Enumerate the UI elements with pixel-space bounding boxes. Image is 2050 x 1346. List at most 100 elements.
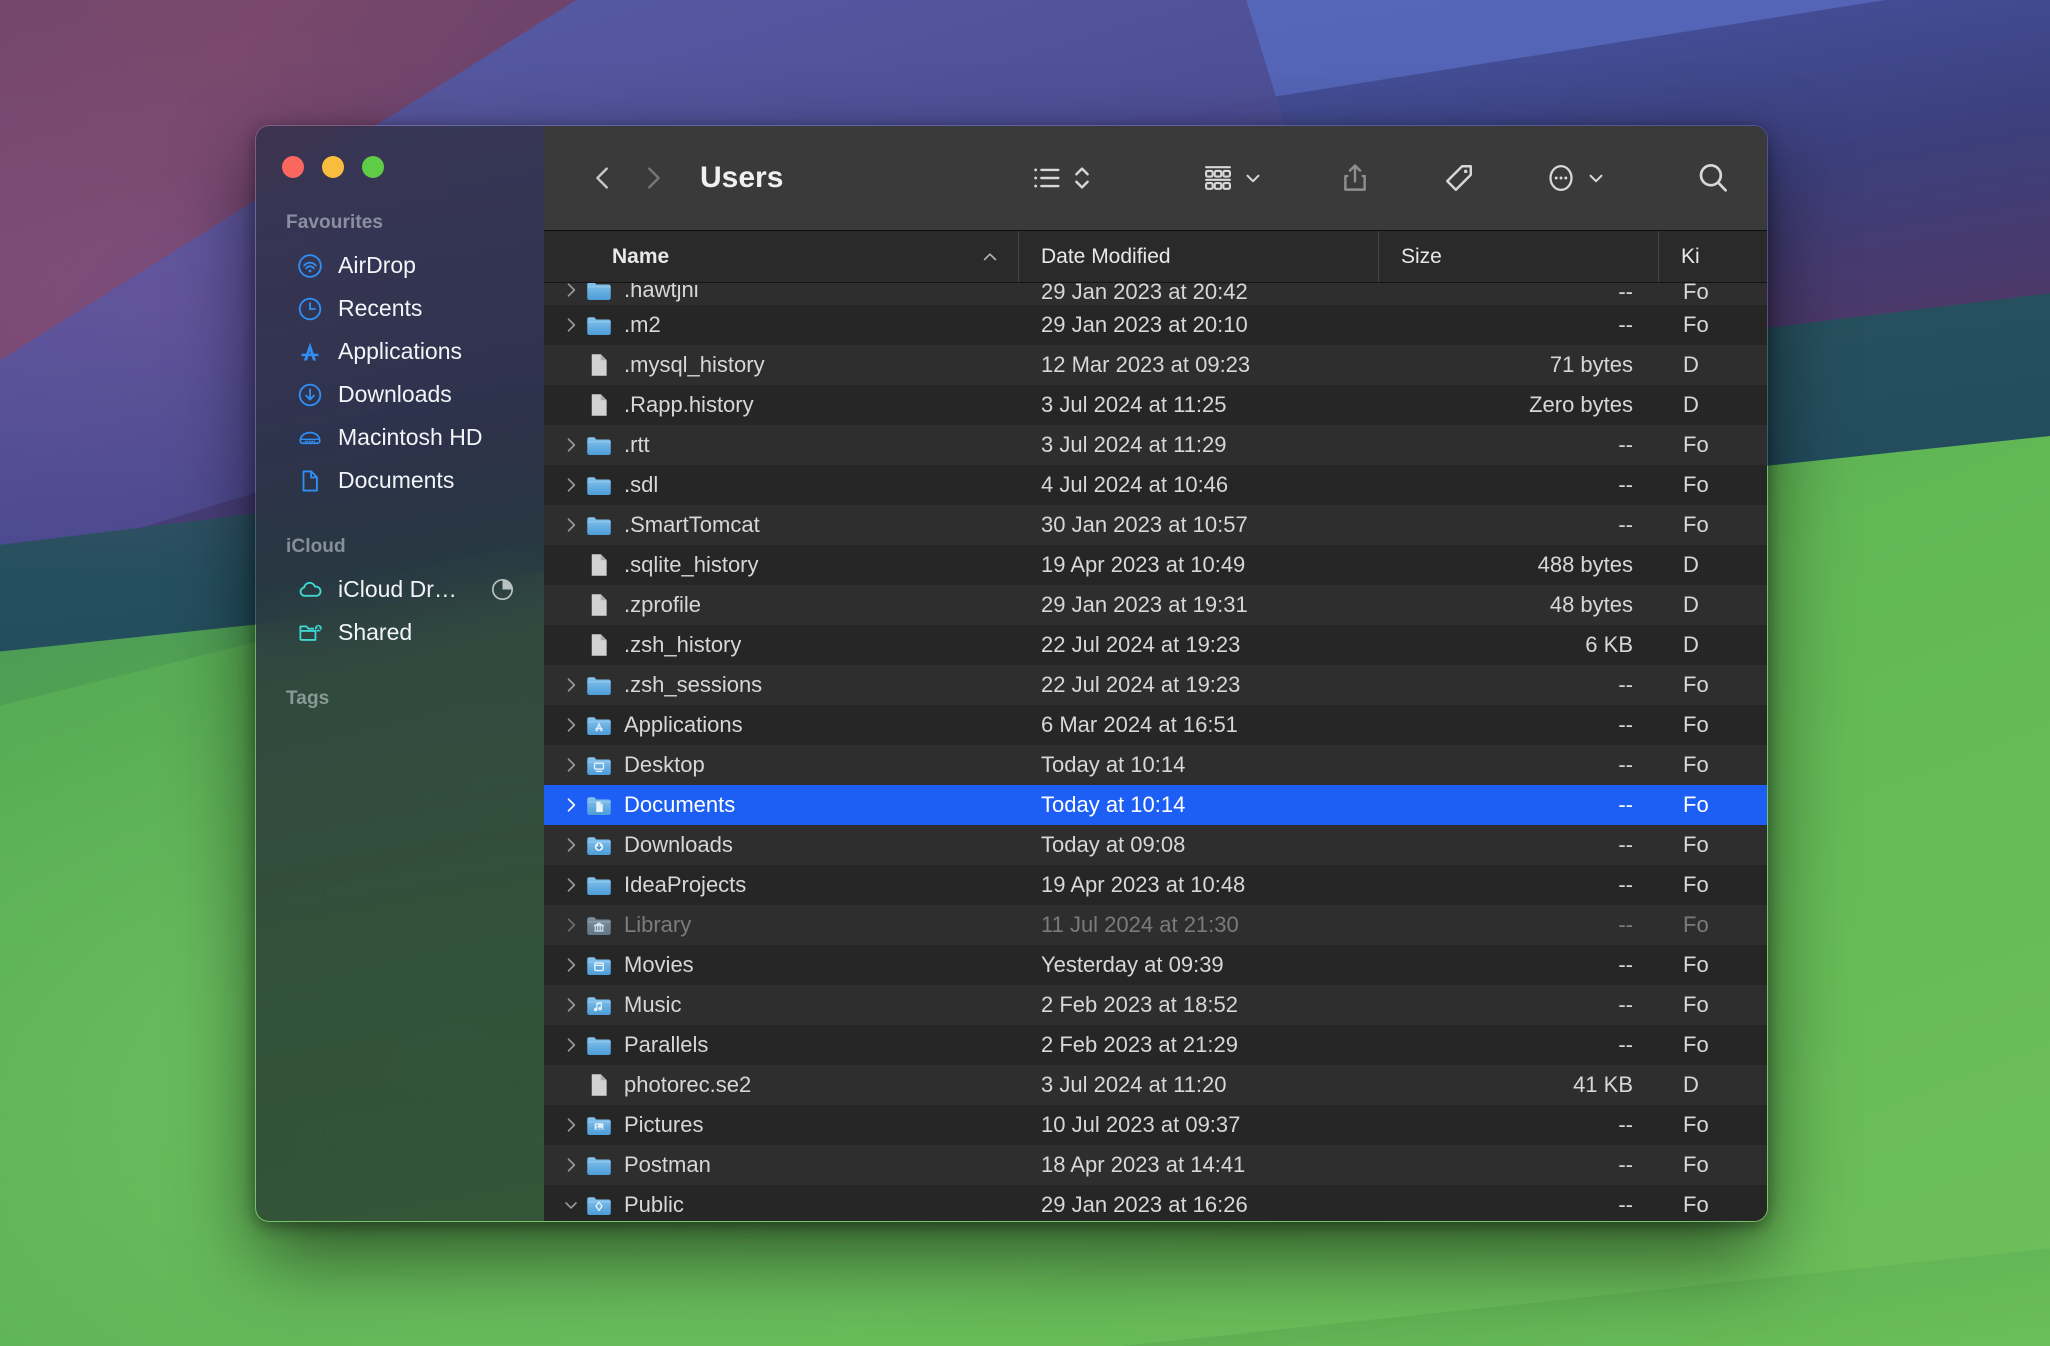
file-list[interactable]: .hawtjni 29 Jan 2023 at 20:42 -- Fo .m2 29 Ja…: [544, 283, 1767, 1221]
sidebar-group-tags: Tags: [256, 676, 544, 720]
row-date-modified: 19 Apr 2023 at 10:48: [1041, 872, 1246, 897]
sidebar-item-label: Documents: [338, 467, 455, 493]
row-name-cell: Music: [544, 990, 1019, 1020]
maximize-button[interactable]: [362, 156, 384, 178]
search-button[interactable]: [1687, 152, 1739, 204]
table-row[interactable]: .sqlite_history 19 Apr 2023 at 10:49 488 b…: [544, 545, 1767, 585]
table-row[interactable]: Movies Yesterday at 09:39 -- Fo: [544, 945, 1767, 985]
chevron-right-icon[interactable]: [558, 955, 584, 975]
sidebar-item-applications[interactable]: Applications: [268, 330, 532, 373]
sync-progress-icon: [489, 576, 516, 603]
sidebar-item-icloud-drive[interactable]: iCloud Dr…: [268, 568, 532, 611]
table-row[interactable]: Applications 6 Mar 2024 at 16:51 -- Fo: [544, 705, 1767, 745]
table-row[interactable]: Downloads Today at 09:08 -- Fo: [544, 825, 1767, 865]
table-row[interactable]: Library 11 Jul 2024 at 21:30 -- Fo: [544, 905, 1767, 945]
share-button[interactable]: [1330, 152, 1380, 204]
table-row[interactable]: .zsh_sessions 22 Jul 2024 at 19:23 -- Fo: [544, 665, 1767, 705]
chevron-right-icon[interactable]: [558, 515, 584, 535]
chevron-right-icon[interactable]: [558, 475, 584, 495]
row-name-cell: Downloads: [544, 830, 1019, 860]
table-row[interactable]: .m2 29 Jan 2023 at 20:10 -- Fo: [544, 305, 1767, 345]
close-button[interactable]: [282, 156, 304, 178]
table-row[interactable]: Public 29 Jan 2023 at 16:26 -- Fo: [544, 1185, 1767, 1221]
chevron-right-icon[interactable]: [558, 283, 584, 300]
table-row[interactable]: .hawtjni 29 Jan 2023 at 20:42 -- Fo: [544, 283, 1767, 305]
row-name-label: Parallels: [624, 1032, 709, 1057]
row-name-label: .zprofile: [624, 592, 702, 617]
share-icon: [1338, 161, 1372, 195]
file-blank-icon: [584, 350, 614, 380]
sidebar-item-recents[interactable]: Recents: [268, 287, 532, 330]
table-row[interactable]: Documents Today at 10:14 -- Fo: [544, 785, 1767, 825]
column-header-name[interactable]: Name: [544, 231, 1019, 282]
row-size: --: [1618, 952, 1633, 977]
table-row[interactable]: Postman 18 Apr 2023 at 14:41 -- Fo: [544, 1145, 1767, 1185]
chevron-right-icon[interactable]: [558, 315, 584, 335]
column-header-date-modified[interactable]: Date Modified: [1019, 231, 1379, 282]
table-row[interactable]: .sdl 4 Jul 2024 at 10:46 -- Fo: [544, 465, 1767, 505]
row-size: 41 KB: [1573, 1072, 1633, 1097]
chevron-right-icon[interactable]: [558, 675, 584, 695]
sidebar-item-macintosh-hd[interactable]: Macintosh HD: [268, 416, 532, 459]
chevron-right-icon[interactable]: [558, 835, 584, 855]
row-size: Zero bytes: [1529, 392, 1633, 417]
row-size: 71 bytes: [1549, 352, 1633, 377]
tags-button[interactable]: [1434, 152, 1484, 204]
folder-downloads-icon: [584, 830, 614, 860]
chevron-right-icon[interactable]: [558, 1035, 584, 1055]
chevron-down-icon[interactable]: [558, 1195, 584, 1215]
sidebar-group-title-favourites: Favourites: [286, 212, 384, 233]
table-row[interactable]: photorec.se2 3 Jul 2024 at 11:20 41 KB D: [544, 1065, 1767, 1105]
chevron-right-icon[interactable]: [558, 755, 584, 775]
table-row[interactable]: Parallels 2 Feb 2023 at 21:29 -- Fo: [544, 1025, 1767, 1065]
column-header-size[interactable]: Size: [1379, 231, 1659, 282]
sidebar-item-downloads[interactable]: Downloads: [268, 373, 532, 416]
more-actions-button[interactable]: [1536, 152, 1615, 204]
sidebar-group-title-tags: Tags: [286, 688, 330, 709]
row-name-cell: .m2: [544, 310, 1019, 340]
table-row[interactable]: .Rapp.history 3 Jul 2024 at 11:25 Zero byt…: [544, 385, 1767, 425]
forward-button[interactable]: [628, 153, 678, 203]
sidebar-item-airdrop[interactable]: AirDrop: [268, 244, 532, 287]
table-row[interactable]: .zsh_history 22 Jul 2024 at 19:23 6 KB D: [544, 625, 1767, 665]
sidebar-item-shared[interactable]: Shared: [268, 611, 532, 654]
row-name-label: .rtt: [624, 432, 650, 457]
ellipsis-circle-icon: [1544, 161, 1578, 195]
table-row[interactable]: Desktop Today at 10:14 -- Fo: [544, 745, 1767, 785]
row-date-modified: 3 Jul 2024 at 11:29: [1041, 432, 1227, 457]
chevron-right-icon[interactable]: [558, 435, 584, 455]
table-row[interactable]: Music 2 Feb 2023 at 18:52 -- Fo: [544, 985, 1767, 1025]
table-row[interactable]: .SmartTomcat 30 Jan 2023 at 10:57 -- Fo: [544, 505, 1767, 545]
row-kind: Fo: [1683, 672, 1709, 697]
view-as-list-button[interactable]: [1022, 152, 1101, 204]
row-kind: D: [1683, 552, 1699, 577]
row-size: --: [1618, 1192, 1633, 1217]
chevron-right-icon[interactable]: [558, 795, 584, 815]
chevron-up-icon: [980, 247, 1000, 267]
row-name-label: .sqlite_history: [624, 552, 759, 577]
chevron-right-icon[interactable]: [558, 875, 584, 895]
chevron-right-icon[interactable]: [558, 715, 584, 735]
column-header-size-label: Size: [1401, 244, 1442, 268]
minimize-button[interactable]: [322, 156, 344, 178]
folder-plain-icon: [584, 430, 614, 460]
sidebar-item-documents[interactable]: Documents: [268, 459, 532, 502]
table-row[interactable]: .zprofile 29 Jan 2023 at 19:31 48 bytes D: [544, 585, 1767, 625]
table-row[interactable]: IdeaProjects 19 Apr 2023 at 10:48 -- Fo: [544, 865, 1767, 905]
column-header-name-label: Name: [612, 244, 670, 268]
column-header-kind[interactable]: Ki: [1659, 231, 1767, 282]
folder-plain-icon: [584, 1150, 614, 1180]
group-by-button[interactable]: [1193, 152, 1272, 204]
row-name-label: Applications: [624, 712, 743, 737]
row-kind: D: [1683, 592, 1699, 617]
chevron-right-icon[interactable]: [558, 1155, 584, 1175]
table-row[interactable]: .rtt 3 Jul 2024 at 11:29 -- Fo: [544, 425, 1767, 465]
chevron-right-icon[interactable]: [558, 915, 584, 935]
back-button[interactable]: [578, 153, 628, 203]
table-row[interactable]: Pictures 10 Jul 2023 at 09:37 -- Fo: [544, 1105, 1767, 1145]
table-row[interactable]: .mysql_history 12 Mar 2023 at 09:23 71 byt…: [544, 345, 1767, 385]
chevron-right-icon[interactable]: [558, 1115, 584, 1135]
chevron-right-icon[interactable]: [558, 995, 584, 1015]
row-size: --: [1618, 992, 1633, 1017]
